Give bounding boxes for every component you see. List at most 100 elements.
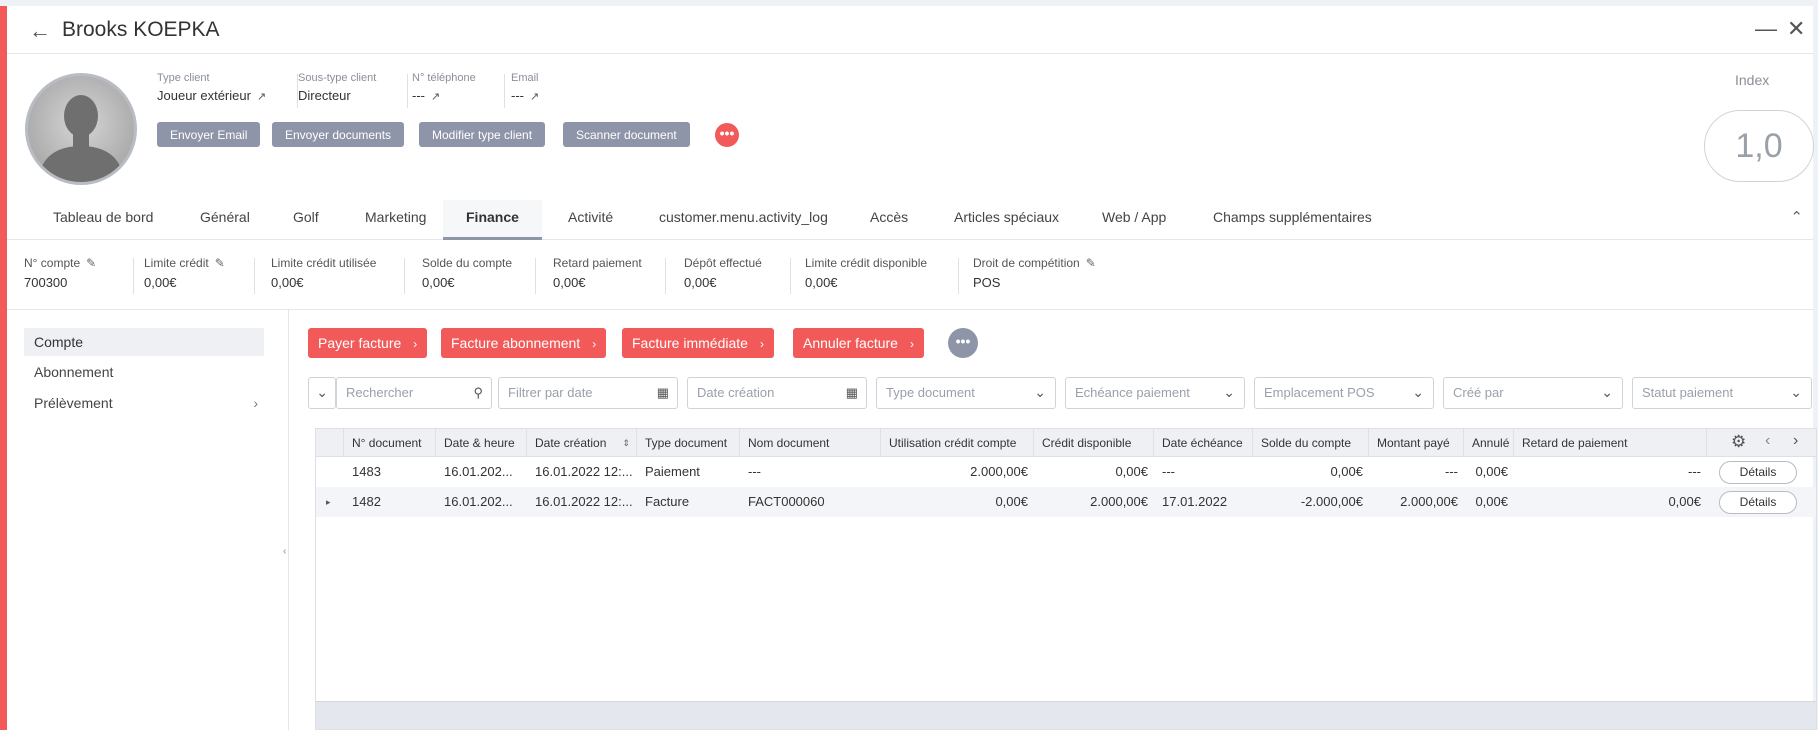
close-icon[interactable]: ✕	[1787, 16, 1805, 42]
pay-invoice-button[interactable]: Payer facture ›	[308, 328, 428, 358]
divider	[254, 258, 255, 294]
more-invoice-actions-button[interactable]: •••	[948, 328, 978, 358]
col-account-balance[interactable]: Solde du compte	[1253, 429, 1369, 457]
index-value: 1,0	[1704, 110, 1814, 182]
cancel-invoice-button[interactable]: Annuler facture ›	[793, 328, 924, 358]
tab-marketing[interactable]: Marketing	[342, 200, 449, 240]
col-due-date[interactable]: Date échéance	[1154, 429, 1253, 457]
sidebar-item-compte[interactable]: Compte	[24, 328, 264, 356]
payment-due-select[interactable]: Echéance paiement ⌄	[1065, 377, 1245, 409]
edit-pencil-icon[interactable]: ✎	[86, 256, 96, 270]
immediate-invoice-button[interactable]: Facture immédiate ›	[622, 328, 774, 358]
expand-row-icon[interactable]: ▸	[326, 487, 331, 517]
filter-by-date-input[interactable]: Filtrer par date ▦	[498, 377, 678, 409]
col-cancelled[interactable]: Annulé	[1464, 429, 1514, 457]
creation-date-input[interactable]: Date création ▦	[687, 377, 867, 409]
details-button[interactable]: Détails	[1719, 491, 1797, 514]
tab-champs-supplementaires[interactable]: Champs supplémentaires	[1190, 200, 1395, 240]
expand-column-header	[316, 429, 344, 457]
stat-credit-used: Limite crédit utilisée 0,00€	[271, 256, 377, 290]
back-arrow-icon[interactable]: ←	[29, 18, 51, 44]
cell-account-balance: 0,00€	[1330, 464, 1363, 479]
stat-credit-available: Limite crédit disponible 0,00€	[805, 256, 928, 290]
external-link-icon[interactable]: ↗	[257, 91, 266, 103]
tab-finance[interactable]: Finance	[443, 200, 542, 240]
tab-general[interactable]: Général	[177, 200, 273, 240]
divider	[790, 258, 791, 294]
collapse-sidebar-icon[interactable]: ‹	[283, 546, 286, 557]
filter-toggle[interactable]: ⌄	[308, 377, 336, 409]
search-input[interactable]: Rechercher ⚲	[336, 377, 492, 409]
email-value: ---	[511, 88, 524, 103]
created-by-select[interactable]: Créé par ⌄	[1443, 377, 1623, 409]
tab-web-app[interactable]: Web / App	[1079, 200, 1189, 240]
table-row[interactable]: 1483 16.01.202... 16.01.2022 12:... Paie…	[316, 457, 1816, 487]
tab-acces[interactable]: Accès	[847, 200, 931, 240]
scan-document-button[interactable]: Scanner document	[563, 122, 690, 147]
minimize-icon[interactable]: —	[1755, 16, 1777, 42]
cell-due-date: ---	[1162, 464, 1175, 479]
settings-gear-icon[interactable]: ⚙	[1731, 432, 1746, 452]
col-document-number[interactable]: N° document	[344, 429, 436, 457]
index-label: Index	[1735, 72, 1770, 88]
chevron-right-icon: ›	[909, 337, 914, 351]
col-credit-use[interactable]: Utilisation crédit compte	[881, 429, 1034, 457]
tab-articles-speciaux[interactable]: Articles spéciaux	[931, 200, 1082, 240]
details-button[interactable]: Détails	[1719, 461, 1797, 484]
cell-cancelled: 0,00€	[1475, 464, 1508, 479]
cell-creation-date: 16.01.2022 12:...	[535, 464, 633, 479]
title-bar: ← Brooks KOEPKA — ✕	[7, 6, 1813, 54]
tab-activity-log[interactable]: customer.menu.activity_log	[636, 200, 851, 240]
pos-location-select[interactable]: Emplacement POS ⌄	[1254, 377, 1434, 409]
col-late-payment[interactable]: Retard de paiement	[1514, 429, 1707, 457]
document-type-select[interactable]: Type document ⌄	[876, 377, 1056, 409]
col-document-type[interactable]: Type document	[637, 429, 740, 457]
phone-value: ---	[412, 88, 425, 103]
col-datetime[interactable]: Date & heure	[436, 429, 527, 457]
external-link-icon[interactable]: ↗	[431, 91, 440, 103]
external-link-icon[interactable]: ↗	[530, 91, 539, 103]
table-row[interactable]: ▸ 1482 16.01.202... 16.01.2022 12:... Fa…	[316, 487, 1816, 517]
cell-datetime: 16.01.202...	[444, 464, 513, 479]
scroll-right-icon[interactable]: ›	[1793, 432, 1798, 450]
immediate-invoice-label: Facture immédiate	[632, 335, 748, 351]
chevron-down-icon: ⌄	[1223, 384, 1235, 400]
payment-status-select[interactable]: Statut paiement ⌄	[1632, 377, 1812, 409]
edit-pencil-icon[interactable]: ✎	[215, 256, 225, 270]
send-email-button[interactable]: Envoyer Email	[157, 122, 261, 147]
cell-document-type: Paiement	[645, 464, 700, 479]
col-document-name[interactable]: Nom document	[740, 429, 881, 457]
avatar[interactable]	[25, 73, 137, 185]
stat-deposit: Dépôt effectué 0,00€	[684, 256, 762, 290]
tab-golf[interactable]: Golf	[270, 200, 342, 240]
sidebar-item-prelevement[interactable]: Prélèvement ›	[24, 389, 264, 417]
tab-activite[interactable]: Activité	[545, 200, 636, 240]
divider	[535, 258, 536, 294]
col-credit-available[interactable]: Crédit disponible	[1034, 429, 1154, 457]
sort-icon[interactable]: ⇕	[622, 429, 630, 457]
sidebar-item-abonnement[interactable]: Abonnement	[24, 358, 264, 386]
cell-credit-use: 0,00€	[995, 494, 1028, 509]
col-amount-paid[interactable]: Montant payé	[1369, 429, 1464, 457]
sidebar-item-label: Prélèvement	[34, 395, 113, 411]
table-header: N° document Date & heure Date création ⇕…	[316, 429, 1816, 457]
collapse-header-icon[interactable]: ⌃	[1790, 208, 1803, 226]
cell-document-number: 1482	[352, 494, 381, 509]
pay-invoice-label: Payer facture	[318, 335, 402, 351]
divider	[404, 258, 405, 294]
scroll-left-icon[interactable]: ‹	[1765, 432, 1770, 450]
cell-amount-paid: 2.000,00€	[1400, 494, 1458, 509]
stat-account-number: N° compte ✎ 700300	[24, 256, 97, 290]
cell-credit-available: 2.000,00€	[1090, 494, 1148, 509]
edit-pencil-icon[interactable]: ✎	[1086, 256, 1096, 270]
change-client-type-button[interactable]: Modifier type client	[419, 122, 546, 147]
finance-sidebar: Compte Abonnement Prélèvement › ‹	[7, 310, 289, 730]
cell-document-name: FACT000060	[748, 494, 825, 509]
subscription-invoice-button[interactable]: Facture abonnement ›	[441, 328, 607, 358]
send-documents-button[interactable]: Envoyer documents	[272, 122, 405, 147]
tab-tableau-de-bord[interactable]: Tableau de bord	[30, 200, 176, 240]
more-actions-button[interactable]: •••	[715, 123, 739, 147]
cancel-invoice-label: Annuler facture	[803, 335, 898, 351]
col-creation-date[interactable]: Date création ⇕	[527, 429, 637, 457]
divider	[504, 74, 505, 108]
